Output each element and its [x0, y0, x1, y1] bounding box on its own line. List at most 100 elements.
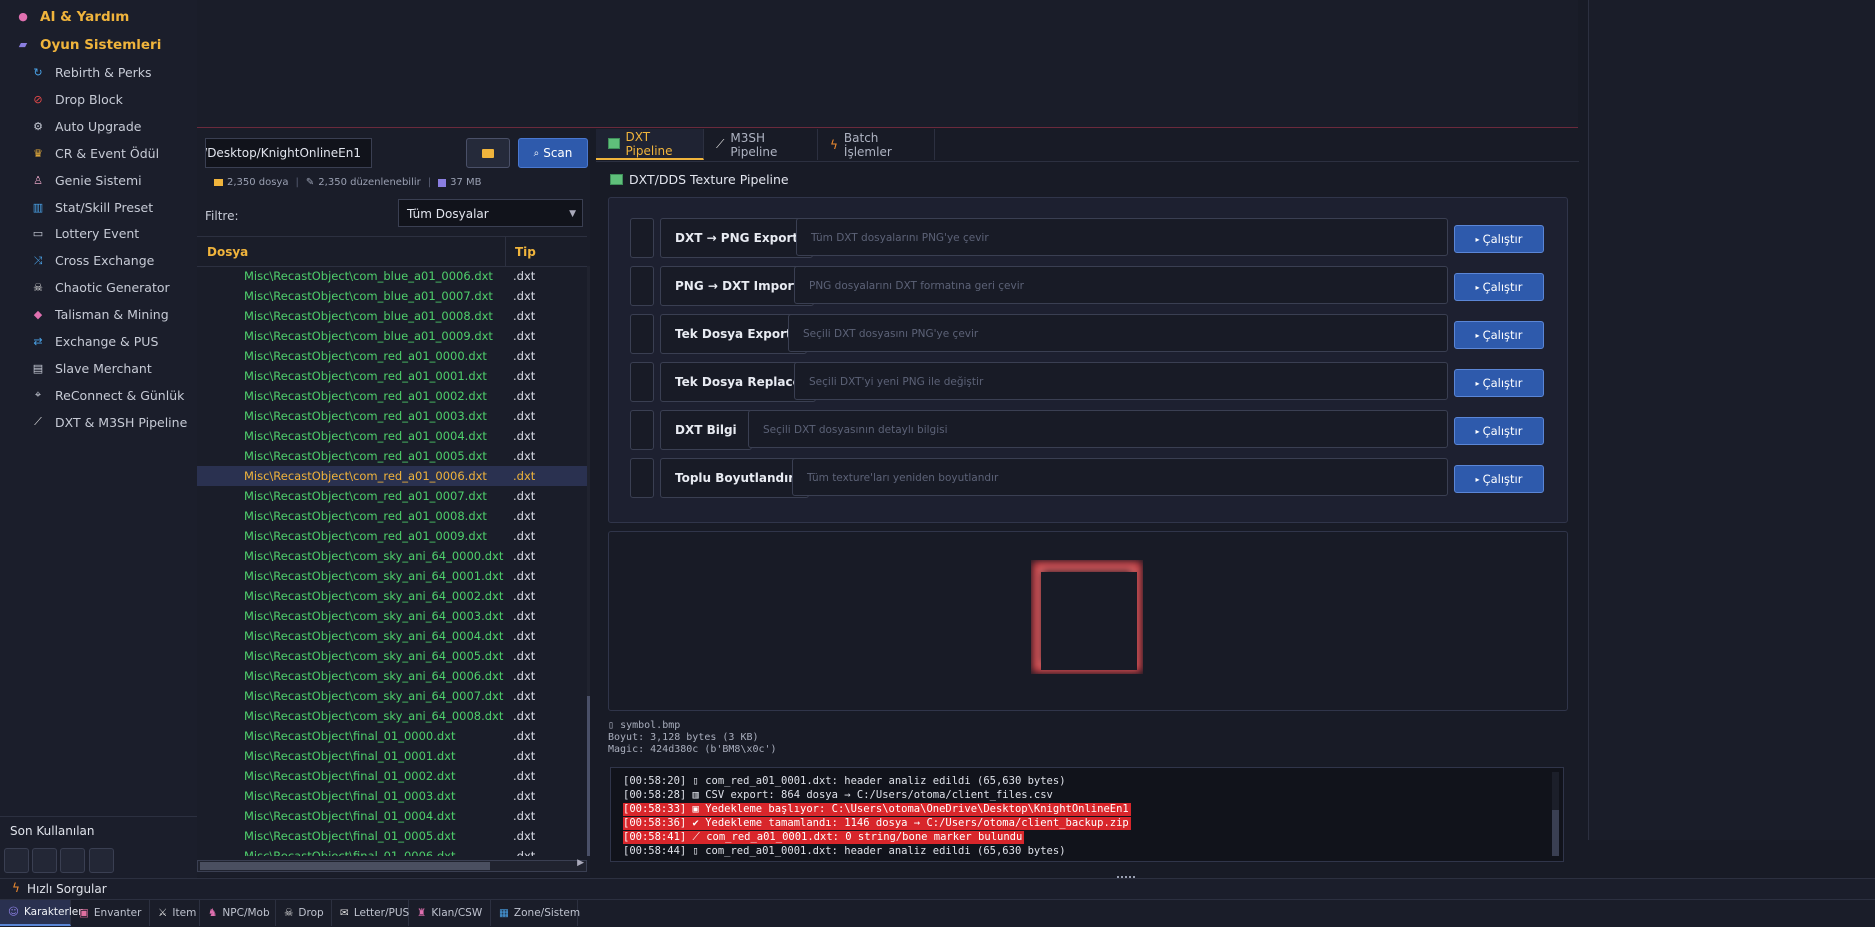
run-button[interactable]: ▸ Çalıştır	[1454, 465, 1544, 493]
tab-batch-operations[interactable]: ϟ Batch İşlemler	[818, 129, 935, 160]
bottom-tab[interactable]: ▣ Envanter	[71, 900, 150, 926]
run-button[interactable]: ▸ Çalıştır	[1454, 321, 1544, 349]
sidebar-item[interactable]: ⌖ ReConnect & Günlük	[0, 382, 197, 409]
table-row[interactable]: Misc\RecastObject\com_sky_ani_64_0008.dx…	[197, 706, 587, 726]
sidebar-item-label: Rebirth & Perks	[55, 65, 152, 80]
lightning-icon: ϟ	[12, 881, 20, 895]
sidebar-item[interactable]: ⤨ Cross Exchange	[0, 247, 197, 274]
table-row[interactable]: Misc\RecastObject\com_red_a01_0000.dxt .d…	[197, 346, 587, 366]
table-row[interactable]: Misc\RecastObject\com_blue_a01_0007.dxt.…	[197, 286, 587, 306]
folder-icon	[482, 148, 494, 158]
recent-slot[interactable]	[60, 848, 85, 873]
table-row[interactable]: Misc\RecastObject\com_red_a01_0003.dxt .d…	[197, 406, 587, 426]
run-button[interactable]: ▸ Çalıştır	[1454, 273, 1544, 301]
action-checkbox[interactable]	[630, 218, 654, 258]
table-row[interactable]: Misc\RecastObject\final_01_0003.dxt .dxt	[197, 786, 587, 806]
table-row[interactable]: Misc\RecastObject\com_red_a01_0008.dxt .d…	[197, 506, 587, 526]
tab-m3sh-pipeline[interactable]: ⟋ M3SH Pipeline	[704, 129, 818, 160]
action-checkbox[interactable]	[630, 362, 654, 402]
table-row[interactable]: Misc\RecastObject\com_sky_ani_64_0001.dx…	[197, 566, 587, 586]
log-time: [00:58:28]	[623, 789, 687, 801]
table-row[interactable]: Misc\RecastObject\com_red_a01_0009.dxt .d…	[197, 526, 587, 546]
bottom-tab[interactable]: ✉ Letter/PUS	[332, 900, 409, 926]
action-checkbox[interactable]	[630, 314, 654, 354]
bottom-tab[interactable]: ☠ Drop	[276, 900, 332, 926]
run-button[interactable]: ▸ Çalıştır	[1454, 417, 1544, 445]
action-checkbox[interactable]	[630, 458, 654, 498]
table-row[interactable]: Misc\RecastObject\final_01_0005.dxt .dxt	[197, 826, 587, 846]
table-row[interactable]: Misc\RecastObject\com_red_a01_0005.dxt .d…	[197, 446, 587, 466]
recent-slot[interactable]	[4, 848, 29, 873]
bottom-tab[interactable]: ♜ Klan/CSW	[409, 900, 491, 926]
sidebar-category-game-systems[interactable]: ▰ Oyun Sistemleri	[0, 31, 197, 58]
table-row[interactable]: Misc\RecastObject\final_01_0006.dxt .dxt	[197, 846, 587, 856]
file-table-header: Dosya Tip	[197, 236, 587, 267]
bottom-tab[interactable]: ⚔ Item	[150, 900, 200, 926]
table-row[interactable]: Misc\RecastObject\com_blue_a01_0009.dxt.…	[197, 326, 587, 346]
filter-select[interactable]: Tüm Dosyalar ▼	[398, 199, 583, 227]
file-type: .dxt	[513, 749, 536, 763]
browse-folder-button[interactable]	[466, 138, 510, 168]
scroll-right-icon[interactable]: ▶	[577, 858, 584, 868]
table-row[interactable]: Misc\RecastObject\com_sky_ani_64_0003.dx…	[197, 606, 587, 626]
quick-queries-bar[interactable]: ϟ Hızlı Sorgular	[0, 878, 1875, 899]
path-input[interactable]: C:/Users/otoma/OneDrive/Desktop/KnightOn…	[205, 138, 372, 168]
play-icon: ▸	[1475, 234, 1480, 244]
sidebar-item[interactable]: ♙ Genie Sistemi	[0, 167, 197, 194]
column-header-type[interactable]: Tip	[515, 245, 536, 259]
sidebar-category-ai-help[interactable]: ● AI & Yardım	[0, 3, 197, 30]
table-row[interactable]: Misc\RecastObject\com_sky_ani_64_0007.dx…	[197, 686, 587, 706]
bottom-tab-label: Klan/CSW	[431, 907, 483, 919]
table-row[interactable]: Misc\RecastObject\com_sky_ani_64_0005.dx…	[197, 646, 587, 666]
sidebar-item[interactable]: ◆ Talisman & Mining	[0, 301, 197, 328]
table-row[interactable]: Misc\RecastObject\com_sky_ani_64_0002.dx…	[197, 586, 587, 606]
file-name: Misc\RecastObject\com_sky_ani_64_0003.dx…	[244, 609, 504, 623]
sidebar-item[interactable]: ⟋ DXT & M3SH Pipeline	[0, 409, 197, 436]
table-row[interactable]: Misc\RecastObject\final_01_0004.dxt .dxt	[197, 806, 587, 826]
table-row[interactable]: Misc\RecastObject\final_01_0002.dxt .dxt	[197, 766, 587, 786]
sidebar-category-label: AI & Yardım	[40, 8, 130, 25]
table-row[interactable]: Misc\RecastObject\com_sky_ani_64_0000.dx…	[197, 546, 587, 566]
bottom-tab[interactable]: ♞ NPC/Mob	[200, 900, 276, 926]
table-row[interactable]: Misc\RecastObject\final_01_0001.dxt .dxt	[197, 746, 587, 766]
action-description: Tüm texture'ları yeniden boyutlandır	[792, 458, 1448, 496]
log-scrollbar[interactable]	[1552, 772, 1559, 856]
sidebar-item[interactable]: ⇄ Exchange & PUS	[0, 328, 197, 355]
skull-icon: ☠	[284, 907, 294, 919]
bottom-tab[interactable]: ☺ Karakterler	[0, 900, 83, 926]
table-row[interactable]: Misc\RecastObject\com_red_a01_0004.dxt .d…	[197, 426, 587, 446]
table-row[interactable]: Misc\RecastObject\com_blue_a01_0006.dxt.…	[197, 266, 587, 286]
column-header-file[interactable]: Dosya	[207, 245, 248, 259]
sidebar-item[interactable]: ⊘ Drop Block	[0, 86, 197, 113]
recent-slot[interactable]	[32, 848, 57, 873]
sidebar-item[interactable]: ♛ CR & Event Ödül	[0, 140, 197, 167]
sidebar-item[interactable]: ☠ Chaotic Generator	[0, 274, 197, 301]
action-checkbox[interactable]	[630, 410, 654, 450]
recent-slot[interactable]	[89, 848, 114, 873]
table-row[interactable]: Misc\RecastObject\com_red_a01_0007.dxt .d…	[197, 486, 587, 506]
run-button[interactable]: ▸ Çalıştır	[1454, 225, 1544, 253]
file-stats: 2,350 dosya | ✎ 2,350 düzenlenebilir | 3…	[214, 177, 482, 188]
table-row[interactable]: Misc\RecastObject\com_red_a01_0001.dxt .d…	[197, 366, 587, 386]
search-icon: ⌕	[533, 147, 540, 159]
action-checkbox[interactable]	[630, 266, 654, 306]
log-line: [00:58:33] ▣ Yedekleme başlıyor: C:\User…	[623, 803, 1131, 816]
tab-dxt-pipeline[interactable]: DXT Pipeline	[596, 129, 704, 160]
horizontal-scrollbar[interactable]: ▶	[197, 858, 587, 872]
table-row[interactable]: Misc\RecastObject\com_blue_a01_0008.dxt.…	[197, 306, 587, 326]
log-console[interactable]: [00:58:20] ▯ com_red_a01_0001.dxt: heade…	[610, 767, 1564, 862]
sidebar-item[interactable]: ▭ Lottery Event	[0, 220, 197, 247]
table-row[interactable]: Misc\RecastObject\com_sky_ani_64_0006.dx…	[197, 666, 587, 686]
table-row[interactable]: Misc\RecastObject\com_red_a01_0002.dxt .d…	[197, 386, 587, 406]
sidebar-item[interactable]: ▤ Slave Merchant	[0, 355, 197, 382]
sidebar-item[interactable]: ▥ Stat/Skill Preset	[0, 194, 197, 221]
sidebar-item[interactable]: ⚙ Auto Upgrade	[0, 113, 197, 140]
table-row[interactable]: Misc\RecastObject\final_01_0000.dxt .dxt	[197, 726, 587, 746]
vertical-scrollbar[interactable]	[587, 266, 590, 856]
scan-button[interactable]: ⌕ Scan	[518, 138, 588, 168]
run-button[interactable]: ▸ Çalıştır	[1454, 369, 1544, 397]
bottom-tab[interactable]: ▦ Zone/Sistem	[491, 900, 580, 926]
table-row[interactable]: Misc\RecastObject\com_red_a01_0006.dxt .d…	[197, 466, 587, 486]
sidebar-item[interactable]: ↻ Rebirth & Perks	[0, 59, 197, 86]
table-row[interactable]: Misc\RecastObject\com_sky_ani_64_0004.dx…	[197, 626, 587, 646]
